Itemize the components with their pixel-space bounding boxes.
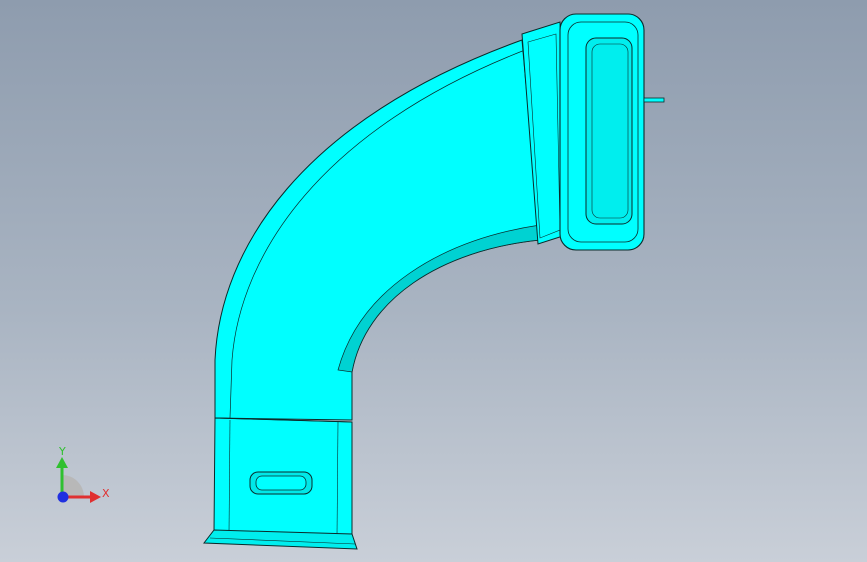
elbow-duct-model[interactable] [203, 13, 665, 550]
connector-pin[interactable] [643, 97, 665, 103]
duct-body[interactable] [214, 39, 541, 421]
model-canvas[interactable]: Y X [0, 0, 867, 562]
graphics-viewport[interactable]: Y X [0, 0, 867, 562]
triad-x-label: X [102, 487, 110, 500]
reference-triad[interactable]: Y X [56, 445, 110, 503]
connector-opening[interactable] [585, 37, 633, 225]
triad-y-label: Y [58, 445, 66, 458]
triad-x-arrow [90, 491, 101, 503]
triad-y-arrow [56, 457, 68, 468]
duct-slot-inner [255, 475, 307, 491]
triad-z-axis-dot [57, 491, 69, 503]
